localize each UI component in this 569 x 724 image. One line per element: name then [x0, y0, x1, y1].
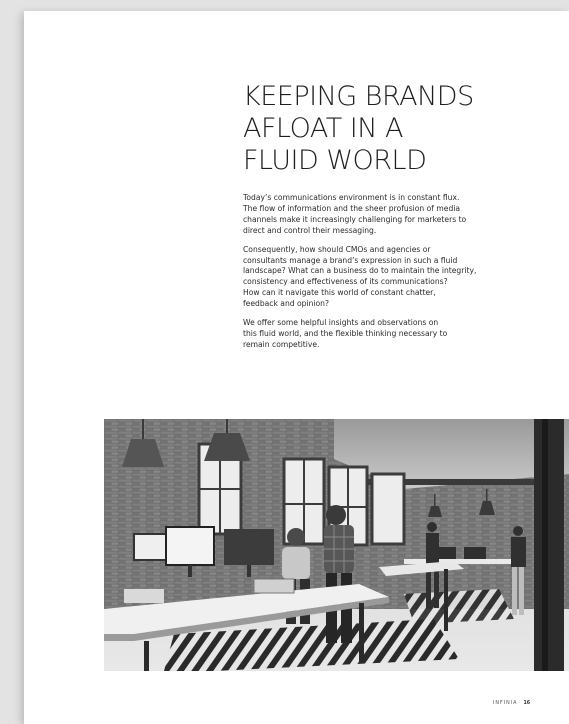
- paragraph-2-line: consistency and effectiveness of its com…: [243, 277, 448, 287]
- paragraph-1-line: channels make it increasingly challengin…: [243, 214, 467, 224]
- paragraph-2-line: landscape? What can a business do to mai…: [243, 266, 477, 276]
- paragraph-3-line: We offer some helpful insights and obser…: [243, 318, 439, 328]
- paragraph-1: Today’s communications environment is in…: [243, 193, 518, 237]
- paragraph-1-line: Today’s communications environment is in…: [243, 193, 460, 202]
- article-title: KEEPING BRANDS AFLOAT IN A FLUID WORLD: [243, 81, 543, 177]
- paragraph-2-line: Consequently, how should CMOs and agenci…: [243, 244, 431, 254]
- title-line-2: AFLOAT IN A: [243, 113, 404, 144]
- title-line-1: KEEPING BRANDS: [243, 81, 474, 112]
- magazine-page: KEEPING BRANDS AFLOAT IN A FLUID WORLD T…: [24, 11, 569, 724]
- paragraph-3-line: remain competitive.: [243, 339, 320, 349]
- paragraph-2: Consequently, how should CMOs and agenci…: [243, 245, 518, 310]
- paragraph-2-line: feedback and opinion?: [243, 299, 329, 309]
- office-photo: [104, 419, 569, 671]
- paragraph-1-line: The flow of information and the sheer pr…: [243, 203, 461, 213]
- title-line-3: FLUID WORLD: [243, 145, 427, 176]
- paragraph-2-line: How can it navigate this world of consta…: [243, 288, 436, 298]
- page-footer: INFINIA 16: [493, 701, 530, 706]
- article-body: Today’s communications environment is in…: [243, 193, 518, 359]
- paragraph-3: We offer some helpful insights and obser…: [243, 318, 518, 351]
- paragraph-2-line: consultants manage a brand’s expression …: [243, 255, 458, 265]
- footer-brand: INFINIA: [493, 701, 518, 706]
- page-number: 16: [523, 701, 531, 706]
- paragraph-3-line: this fluid world, and the flexible think…: [243, 328, 448, 338]
- paragraph-1-line: direct and control their messaging.: [243, 225, 377, 235]
